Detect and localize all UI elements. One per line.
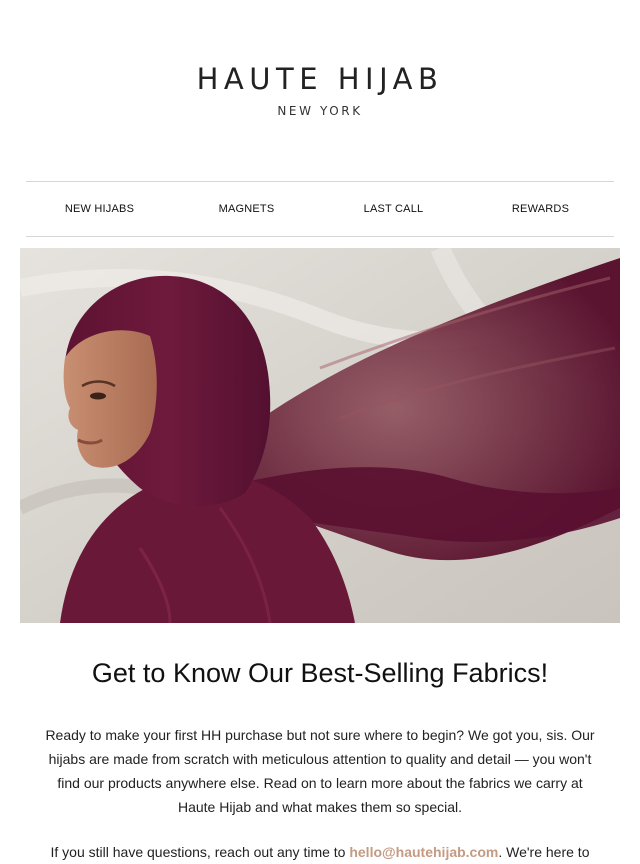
contact-paragraph: If you still have questions, reach out a… [20,840,620,864]
brand-location: NEW YORK [277,104,363,118]
main-nav: NEW HIJABS MAGNETS LAST CALL REWARDS [26,181,614,237]
contact-email-link[interactable]: hello@hautehijab.com [349,844,498,860]
email-header: HAUTE HIJAB NEW YORK [0,0,640,182]
nav-item-new-hijabs[interactable]: NEW HIJABS [26,203,173,215]
nav-item-last-call[interactable]: LAST CALL [320,203,467,215]
contact-suffix: . We're here to [498,844,590,860]
page-headline: Get to Know Our Best-Selling Fabrics! [91,658,549,688]
brand-logo[interactable]: HAUTE HIJAB [0,62,640,96]
intro-paragraph: Ready to make your first HH purchase but… [45,727,595,815]
contact-prefix: If you still have questions, reach out a… [50,844,350,860]
nav-item-magnets[interactable]: MAGNETS [173,203,320,215]
hero-illustration [20,248,620,623]
hero-image[interactable] [20,248,620,623]
nav-item-rewards[interactable]: REWARDS [467,203,614,215]
